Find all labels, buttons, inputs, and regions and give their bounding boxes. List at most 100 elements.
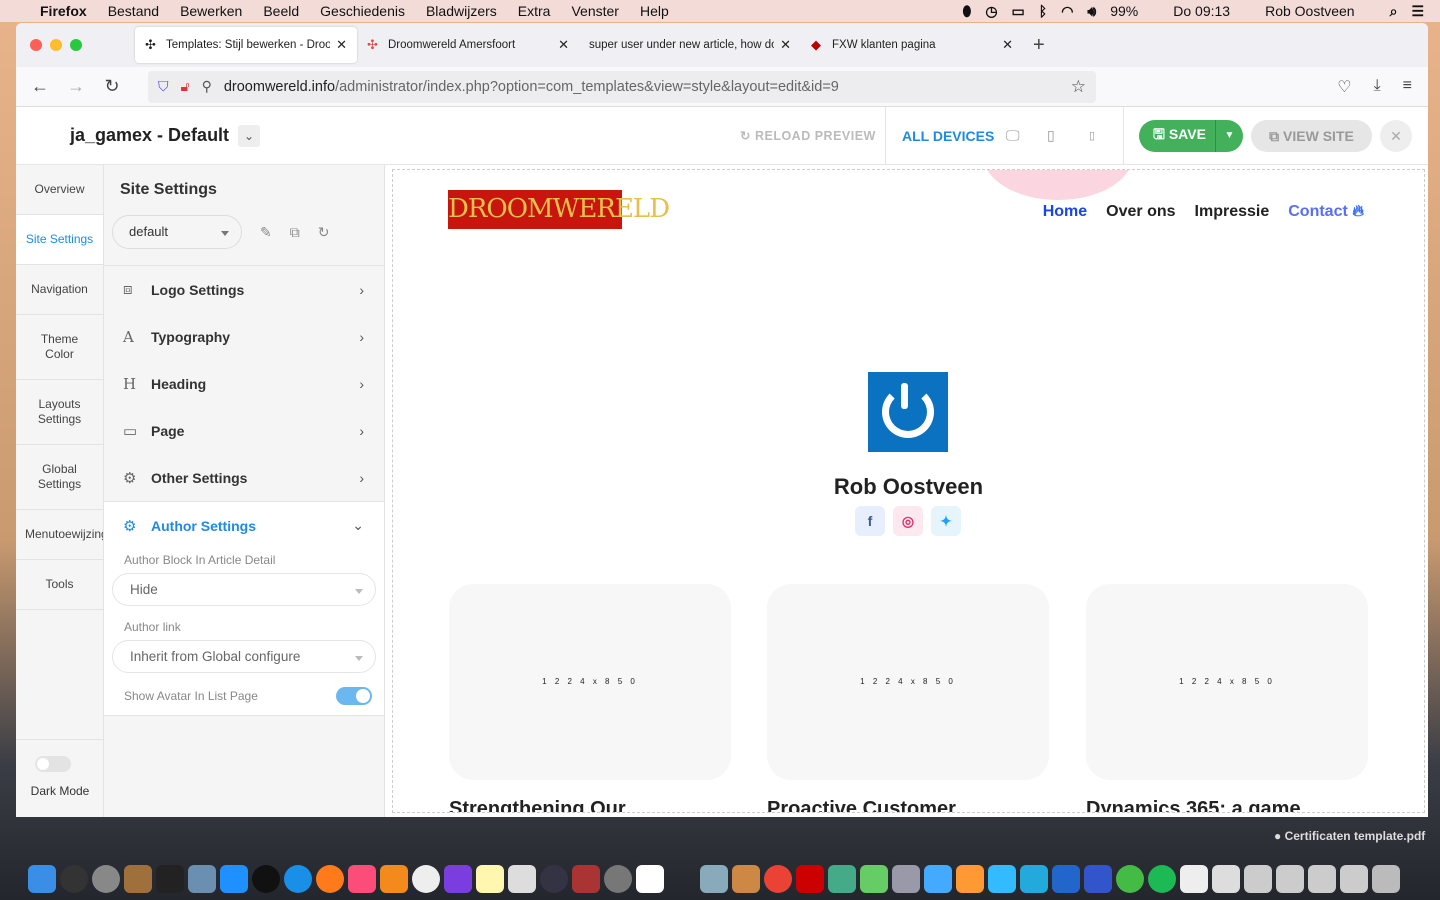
trash-icon[interactable] [1372,864,1400,893]
filezilla-icon[interactable] [796,864,824,893]
template-dropdown-chevron-icon[interactable]: ⌄ [238,124,261,147]
spotify-icon[interactable] [1148,864,1176,893]
tab-droomwereld[interactable]: ✣ Droomwereld Amersfoort ✕ [357,27,579,63]
menu-beeld[interactable]: Beeld [263,3,299,19]
photos-icon[interactable] [412,864,440,893]
refresh-icon[interactable]: ↻ [318,224,330,241]
reload-icon[interactable]: ↻ [94,76,130,97]
menu-home[interactable]: Home [1043,203,1087,221]
facebook-icon[interactable]: f [855,506,885,536]
download-icon[interactable]: ⤓ [1374,77,1381,97]
app-icon[interactable] [572,864,600,893]
save-button[interactable]: 🖫︎ SAVE ▼ [1139,120,1243,152]
author-block-select[interactable]: Hide [112,573,376,606]
spotlight-icon[interactable]: ⌕ [1390,3,1398,20]
notes-icon[interactable] [124,864,152,893]
launchpad-icon[interactable] [92,864,120,893]
instagram-icon[interactable]: ◎ [893,506,923,536]
back-icon[interactable]: ← [22,76,58,97]
menu-bewerken[interactable]: Bewerken [180,3,242,19]
calendar-icon[interactable] [636,864,664,893]
document-icon[interactable] [1308,864,1336,893]
app-icon[interactable] [924,864,952,893]
finder-icon[interactable] [28,864,56,893]
app-icon[interactable] [1020,864,1048,893]
app-icon[interactable] [508,864,536,893]
desktop-file[interactable]: ● Certificaten template.pdf [1274,829,1425,843]
app-icon[interactable] [156,864,184,893]
menu-venster[interactable]: Venster [571,3,618,19]
menu-geschiedenis[interactable]: Geschiedenis [320,3,405,19]
nav-navigation[interactable]: Navigation [16,265,103,315]
zoom-window-button[interactable] [70,39,82,51]
clock[interactable]: Do 09:13 [1173,3,1230,19]
help-icon[interactable] [668,865,696,893]
app-store-icon[interactable] [220,864,248,893]
article-title[interactable]: Strengthening Our [449,798,626,812]
desktop-device-icon[interactable]: 🖵︎ [1006,127,1020,144]
menu-help[interactable]: Help [640,3,669,19]
article-card-image[interactable]: 1 2 2 4 x 8 5 0 [1086,584,1368,780]
other-settings-item[interactable]: ⚙ Other Settings › [104,454,384,501]
bookmark-star-icon[interactable]: ☆ [1071,77,1086,97]
logo-settings-item[interactable]: ⧈ Logo Settings › [104,266,384,313]
edit-icon[interactable]: ✎ [260,224,272,241]
author-settings-header[interactable]: ⚙ Author Settings ⌄ [104,502,384,549]
music-icon[interactable] [348,864,376,893]
nav-site-settings[interactable]: Site Settings [16,215,103,265]
insecure-lock-icon[interactable]: 🔓︎ [181,78,190,95]
quicktime-icon[interactable] [540,864,568,893]
app-icon[interactable] [892,864,920,893]
article-card-image[interactable]: 1 2 2 4 x 8 5 0 [449,584,731,780]
hamburger-menu-icon[interactable]: ≡ [1403,77,1412,97]
article-card-image[interactable]: 1 2 2 4 x 8 5 0 [767,584,1049,780]
permissions-icon[interactable]: ⚲ [202,78,212,95]
nav-theme-color[interactable]: Theme Color [16,315,103,380]
dark-mode-toggle[interactable] [35,756,71,772]
close-tab-icon[interactable]: ✕ [336,37,347,53]
app-icon[interactable] [1052,864,1080,893]
mobile-device-icon[interactable]: ▯ [1089,129,1095,142]
author-link-select[interactable]: Inherit from Global configure [112,640,376,673]
heading-item[interactable]: H Heading › [104,360,384,407]
document-icon[interactable] [1244,864,1272,893]
profile-select[interactable]: default [112,215,242,249]
pocket-icon[interactable]: ♡ [1337,77,1351,97]
menu-app[interactable]: Firefox [40,3,87,19]
app-icon[interactable] [860,864,888,893]
url-bar[interactable]: ⛉ 🔓︎ ⚲ droomwereld.info/administrator/in… [148,70,1096,103]
copy-icon[interactable]: ⧉ [290,224,300,241]
view-site-button[interactable]: ⧉ VIEW SITE [1251,120,1372,152]
menu-contact[interactable]: Contact 🔥︎ [1288,203,1364,221]
system-preferences-icon[interactable] [604,864,632,893]
nav-tools[interactable]: Tools [16,560,103,610]
battery-percent[interactable]: 99% [1110,3,1138,19]
close-tab-icon[interactable]: ✕ [780,37,791,53]
minimize-window-button[interactable] [50,39,62,51]
close-window-button[interactable] [30,39,42,51]
document-icon[interactable] [1180,864,1208,893]
twitter-icon[interactable]: ✦ [931,506,961,536]
close-tab-icon[interactable]: ✕ [558,37,569,53]
tab-templates[interactable]: ✣ Templates: Stijl bewerken - Droomwereld… [135,27,357,63]
app-icon[interactable] [828,864,856,893]
app-icon[interactable] [732,864,760,893]
nav-global-settings[interactable]: Global Settings [16,445,103,510]
document-icon[interactable] [1276,864,1304,893]
chrome-icon[interactable] [764,864,792,893]
tracking-shield-icon[interactable]: ⛉ [158,78,169,95]
page-item[interactable]: ▭ Page › [104,407,384,454]
imovie-icon[interactable] [444,864,472,893]
menu-bladwijzers[interactable]: Bladwijzers [426,3,497,19]
firefox-icon[interactable] [316,864,344,893]
document-icon[interactable] [1212,864,1240,893]
shield-icon[interactable]: ⬮ [963,3,972,20]
document-icon[interactable] [1340,864,1368,893]
notes-icon[interactable] [476,864,504,893]
user-name[interactable]: Rob Oostveen [1265,3,1355,19]
site-logo[interactable]: DROOMWERELD [448,190,670,229]
time-machine-icon[interactable]: ◷ [985,3,997,20]
wifi-icon[interactable]: ◠ [1061,3,1073,20]
nav-menutoewijzing[interactable]: Menutoewijzing [16,510,103,560]
reload-preview-button[interactable]: ↻ RELOAD PREVIEW [740,128,876,143]
